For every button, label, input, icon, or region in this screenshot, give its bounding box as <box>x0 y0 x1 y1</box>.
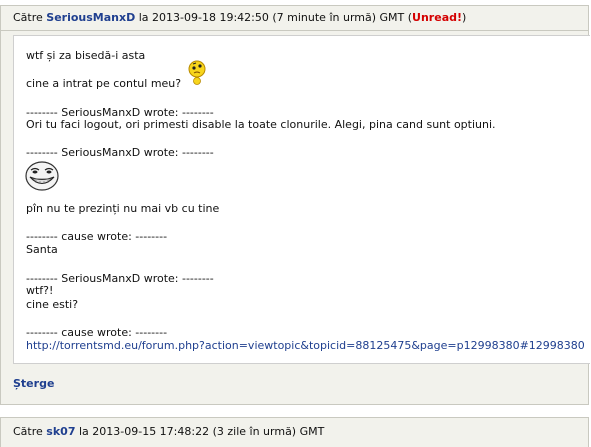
delete-button[interactable]: Șterge <box>13 377 54 390</box>
quote-header: -------- SeriousManxD wrote: -------- <box>26 272 214 285</box>
quote-header: -------- SeriousManxD wrote: -------- <box>26 146 214 159</box>
unread-badge: (Unread!) <box>407 11 467 24</box>
topic-link[interactable]: http://torrentsmd.eu/forum.php?action=vi… <box>26 339 585 352</box>
message-date: la 2013-09-18 19:42:50 (7 minute în urmă… <box>138 11 405 24</box>
message-header: Către SeriousManxD la 2013-09-18 19:42:5… <box>0 5 589 31</box>
sender-link[interactable]: sk07 <box>46 425 75 438</box>
message-line: Santa <box>26 243 58 256</box>
to-prefix: Către <box>13 11 43 24</box>
quote-header: -------- cause wrote: -------- <box>26 230 168 243</box>
message-line: wtf și za bisedă-i asta <box>26 49 146 62</box>
message-line: wtf?! <box>26 284 54 297</box>
sender-link[interactable]: SeriousManxD <box>46 11 135 24</box>
message-line: pîn nu te prezinți nu mai vb cu tine <box>26 202 220 215</box>
message-body: wtf și za bisedă-i asta cine a intrat pe… <box>0 31 590 405</box>
message-line: cine a intrat pe contul meu? <box>26 77 182 90</box>
quote-header: -------- cause wrote: -------- <box>26 326 168 339</box>
message-header: Către sk07 la 2013-09-15 17:48:22 (3 zil… <box>0 417 589 447</box>
troll-face-icon <box>25 161 59 191</box>
message-line: cine esti? <box>26 298 79 311</box>
to-prefix: Către <box>13 425 43 438</box>
message-date: la 2013-09-15 17:48:22 (3 zile în urmă) … <box>78 425 325 438</box>
thinking-emoji-icon <box>188 60 206 85</box>
message-line: Ori tu faci logout, ori primesti disable… <box>26 118 496 131</box>
message-text-box: wtf și za bisedă-i asta cine a intrat pe… <box>13 35 590 364</box>
